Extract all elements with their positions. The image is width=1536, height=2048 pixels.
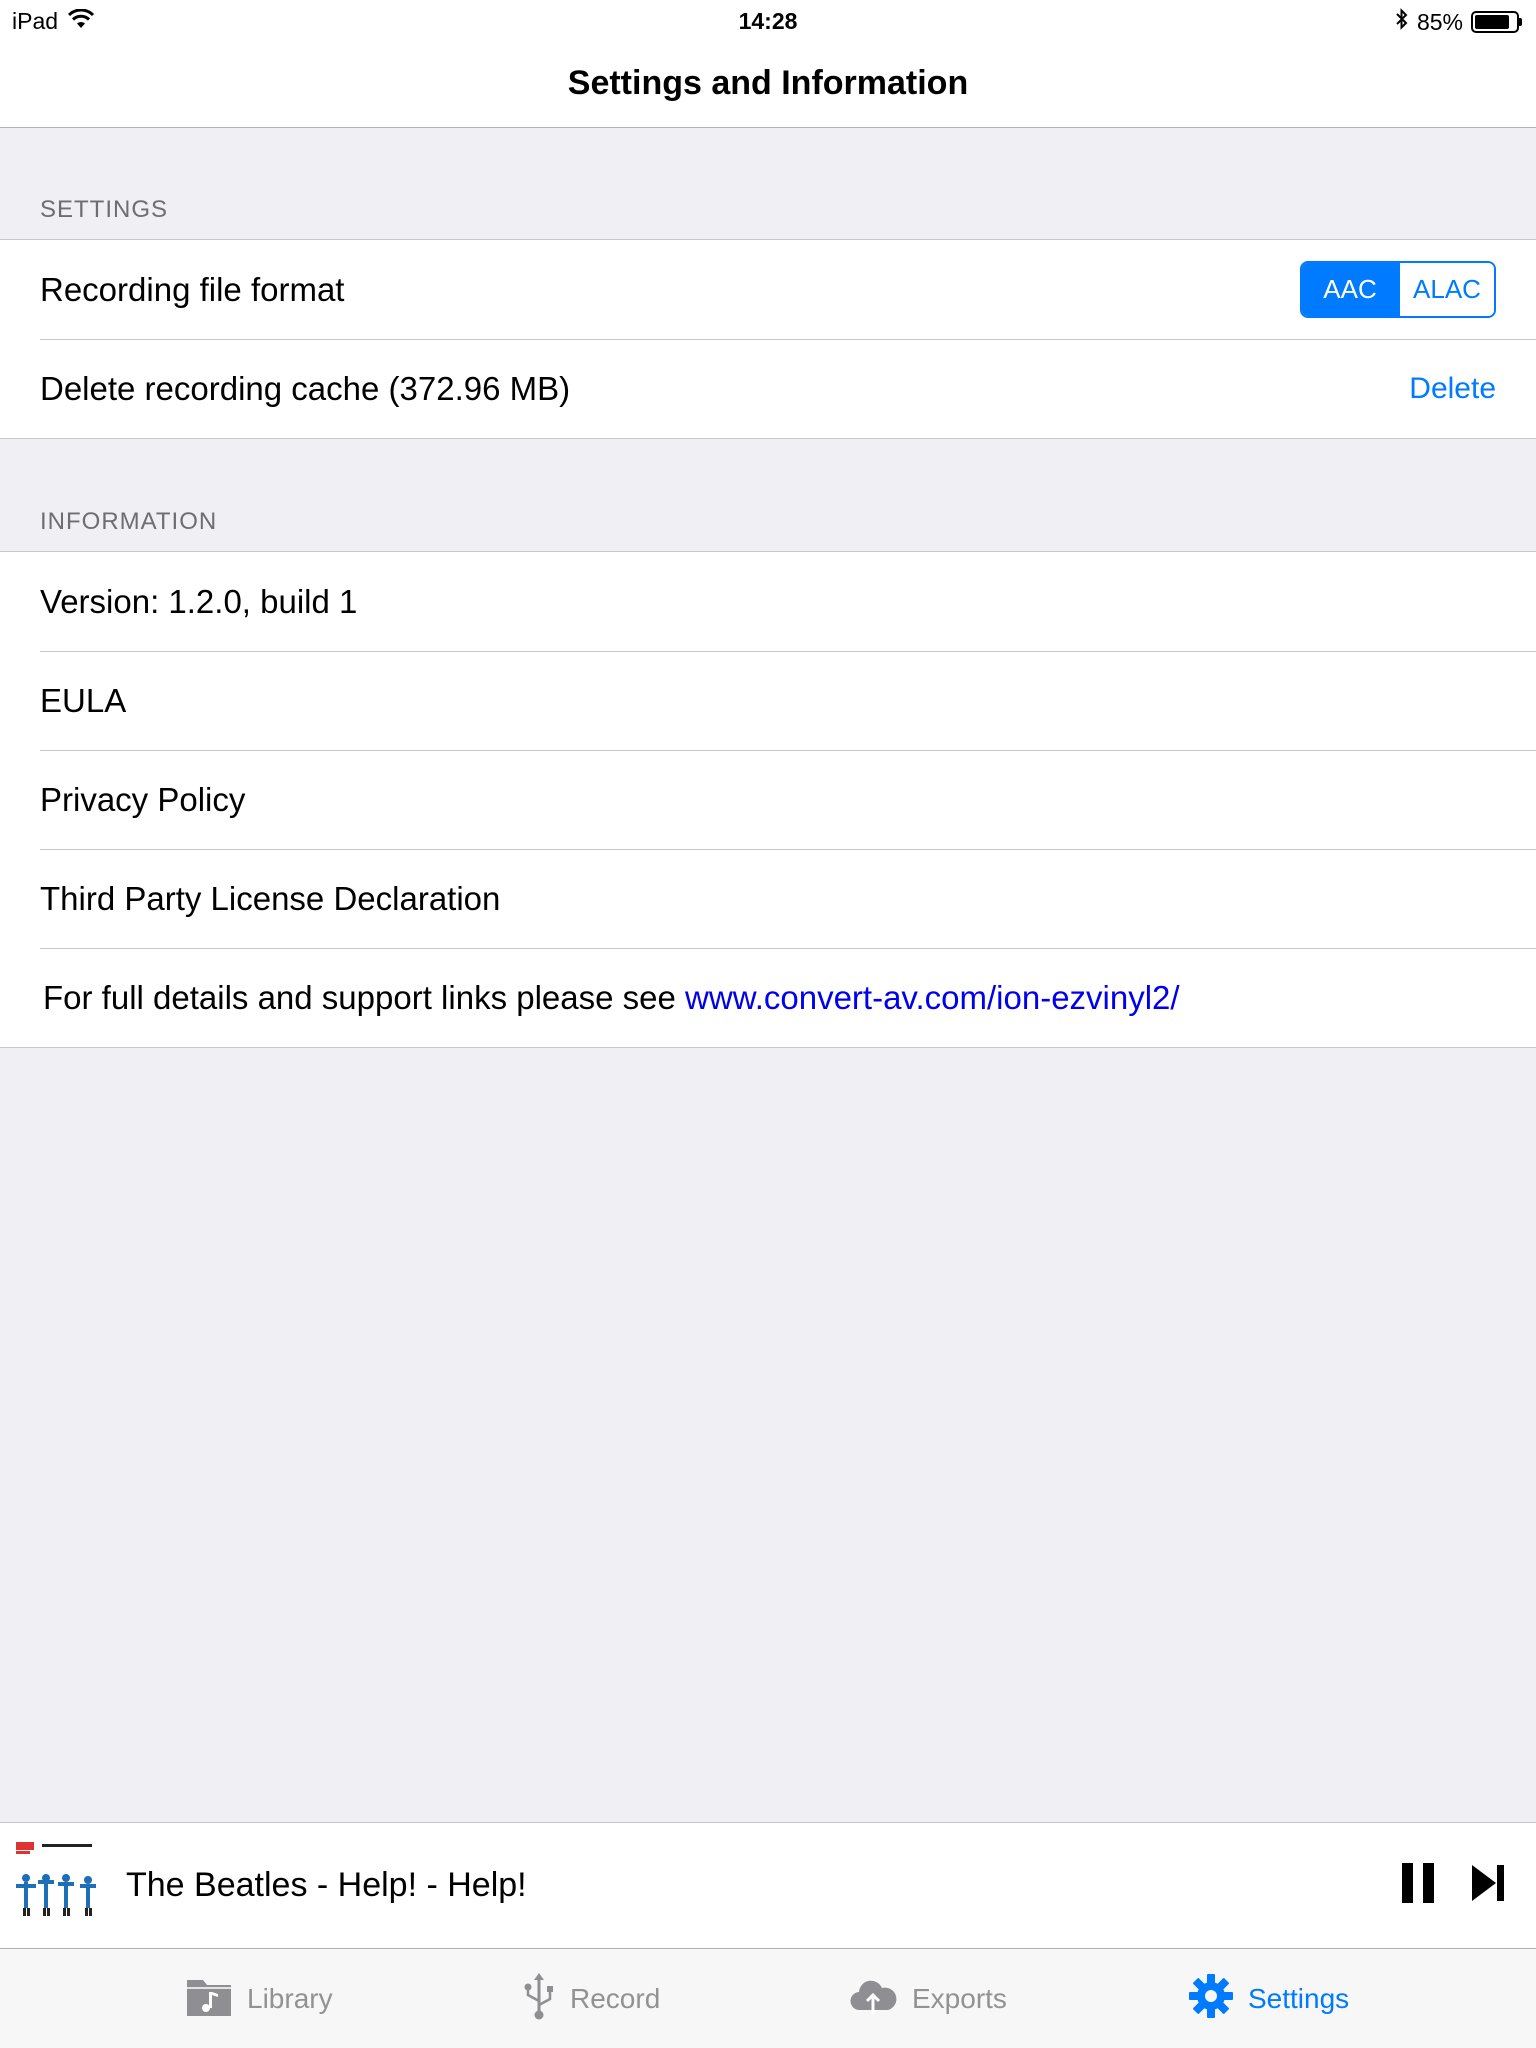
cloud-upload-icon: [848, 1976, 898, 2023]
recording-format-row: Recording file format AAC ALAC: [0, 240, 1536, 339]
delete-cache-label: Delete recording cache (372.96 MB): [40, 369, 571, 407]
format-option-aac[interactable]: AAC: [1302, 263, 1398, 316]
battery-nub: [1519, 18, 1522, 26]
settings-section-header: SETTINGS: [40, 196, 169, 223]
status-bar: iPad 14:28 85%: [0, 0, 1536, 40]
information-group: Version: 1.2.0, build 1 EULA Privacy Pol…: [0, 551, 1536, 1048]
now-playing-title: The Beatles - Help! - Help!: [126, 1866, 527, 1904]
battery-percent: 85%: [1416, 8, 1463, 35]
version-label: Version: 1.2.0, build 1: [40, 582, 358, 620]
tab-settings-label: Settings: [1248, 1983, 1350, 2014]
privacy-policy-label: Privacy Policy: [40, 780, 246, 818]
album-artwork: [14, 1837, 110, 1934]
eula-row[interactable]: EULA: [0, 651, 1536, 750]
delete-cache-row: Delete recording cache (372.96 MB) Delet…: [0, 339, 1536, 438]
page-title: Settings and Information: [567, 64, 969, 102]
battery-level: [1475, 15, 1509, 29]
library-folder-icon: [185, 1974, 233, 2025]
tab-settings[interactable]: Settings: [1188, 1949, 1349, 2048]
tab-library[interactable]: Library: [185, 1949, 333, 2048]
third-party-license-label: Third Party License Declaration: [40, 879, 501, 917]
support-link[interactable]: www.convert-av.com/ion-ezvinyl2/: [685, 979, 1180, 1016]
privacy-policy-row[interactable]: Privacy Policy: [0, 750, 1536, 849]
tab-record-label: Record: [570, 1983, 661, 2014]
format-option-alac[interactable]: ALAC: [1398, 263, 1494, 316]
mini-player[interactable]: The Beatles - Help! - Help!: [0, 1822, 1536, 1948]
eula-label: EULA: [40, 681, 127, 719]
skip-forward-icon[interactable]: [1470, 1863, 1506, 1908]
third-party-license-row[interactable]: Third Party License Declaration: [0, 849, 1536, 948]
information-section-header: INFORMATION: [40, 508, 218, 535]
support-text: For full details and support links pleas…: [43, 978, 686, 1016]
support-row: For full details and support links pleas…: [0, 948, 1536, 1047]
recording-format-label: Recording file format: [40, 270, 345, 308]
settings-group: Recording file format AAC ALAC Delete re…: [0, 239, 1536, 439]
usb-icon: [522, 1971, 556, 2028]
bluetooth-icon: [1395, 8, 1409, 36]
tab-exports[interactable]: Exports: [848, 1949, 1007, 2048]
battery-icon: [1471, 11, 1519, 33]
settings-screen: iPad 14:28 85% Settings and Information …: [0, 0, 1536, 2048]
gear-icon: [1188, 1973, 1234, 2026]
tab-bar: Library Record Exports Settings: [0, 1948, 1536, 2048]
version-row: Version: 1.2.0, build 1: [0, 552, 1536, 651]
tab-library-label: Library: [247, 1983, 333, 2014]
delete-cache-button[interactable]: Delete: [1409, 372, 1496, 406]
navigation-bar: Settings and Information: [0, 40, 1536, 128]
format-segmented-control[interactable]: AAC ALAC: [1300, 261, 1496, 318]
pause-icon[interactable]: [1400, 1861, 1436, 1910]
tab-exports-label: Exports: [912, 1983, 1007, 2014]
tab-record[interactable]: Record: [522, 1949, 660, 2048]
status-time: 14:28: [738, 8, 798, 34]
